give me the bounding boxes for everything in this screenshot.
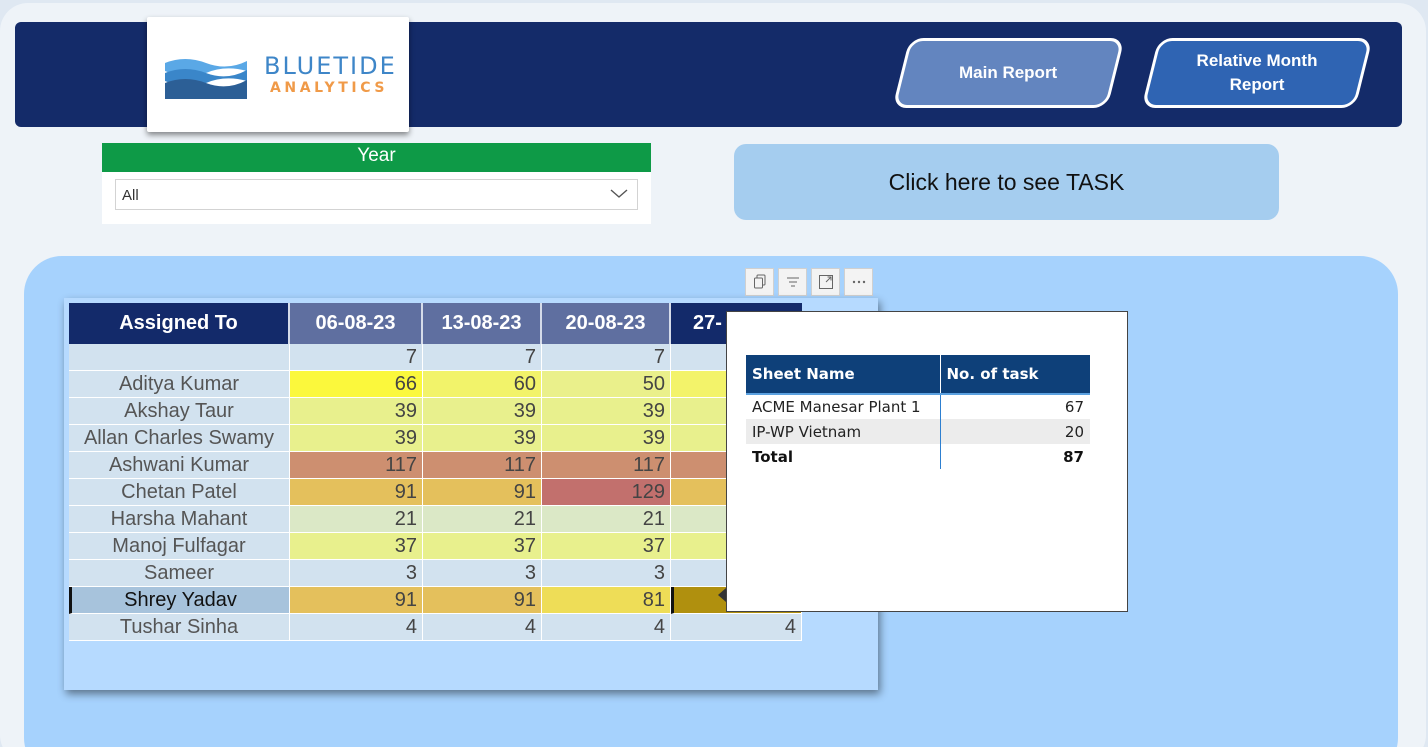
see-task-button[interactable]: Click here to see TASK: [734, 144, 1279, 220]
task-count-cell[interactable]: 66: [290, 371, 423, 398]
matrix-row[interactable]: Ashwani Kumar 117 117 117: [69, 452, 802, 479]
table-row: IP-WP Vietnam 20: [746, 419, 1090, 444]
assignee-name-cell[interactable]: [69, 344, 290, 371]
sheet-task-table: Sheet Name No. of task ACME Manesar Plan…: [746, 355, 1090, 469]
matrix-row[interactable]: Tushar Sinha 4 4 4 4: [69, 614, 802, 641]
task-count-cell[interactable]: 91: [423, 587, 542, 614]
task-count-cell: 67: [1064, 398, 1084, 416]
task-count-cell[interactable]: 39: [423, 425, 542, 452]
task-count-cell[interactable]: 3: [542, 560, 671, 587]
task-count-cell[interactable]: 39: [290, 425, 423, 452]
year-dropdown-value: All: [122, 187, 139, 204]
column-header-date[interactable]: 13-08-23: [423, 303, 542, 344]
year-slicer: Year All: [102, 143, 651, 224]
matrix-row[interactable]: Shrey Yadav 91 91 81: [69, 587, 802, 614]
matrix-row[interactable]: Allan Charles Swamy 39 39 39: [69, 425, 802, 452]
task-count-cell[interactable]: 37: [290, 533, 423, 560]
task-count-cell[interactable]: 39: [290, 398, 423, 425]
matrix-row[interactable]: Manoj Fulfagar 37 37 37: [69, 533, 802, 560]
brand-tagline: ANALYTICS: [270, 80, 389, 96]
task-count-cell[interactable]: 21: [542, 506, 671, 533]
task-count-cell[interactable]: 21: [290, 506, 423, 533]
task-count-cell[interactable]: 117: [542, 452, 671, 479]
task-count-cell[interactable]: 3: [290, 560, 423, 587]
task-count-cell[interactable]: 37: [423, 533, 542, 560]
matrix-row[interactable]: 777: [69, 344, 802, 371]
column-header-sheet-name: Sheet Name: [746, 355, 941, 395]
task-count-cell[interactable]: 7: [290, 344, 423, 371]
task-count-cell[interactable]: 4: [542, 614, 671, 641]
column-header-no-of-task: No. of task: [940, 355, 1090, 395]
assignee-name-cell[interactable]: Chetan Patel: [69, 479, 290, 506]
task-count-cell[interactable]: 81: [542, 587, 671, 614]
visual-header-toolbar: [745, 268, 873, 296]
column-header-date[interactable]: 20-08-23: [542, 303, 671, 344]
task-count-cell[interactable]: 39: [542, 425, 671, 452]
relative-month-report-button[interactable]: Relative Month Report: [1141, 38, 1373, 108]
assignee-name-cell[interactable]: Manoj Fulfagar: [69, 533, 290, 560]
task-count-cell[interactable]: 91: [423, 479, 542, 506]
total-label: Total: [746, 444, 941, 469]
assignee-name-cell[interactable]: Tushar Sinha: [69, 614, 290, 641]
task-count-cell[interactable]: 91: [290, 587, 423, 614]
task-count-cell[interactable]: 129: [542, 479, 671, 506]
task-count-cell[interactable]: 4: [671, 614, 802, 641]
task-count-cell[interactable]: 4: [423, 614, 542, 641]
task-count-cell[interactable]: 7: [542, 344, 671, 371]
task-count-cell[interactable]: 39: [423, 398, 542, 425]
column-header-assigned-to[interactable]: Assigned To: [69, 303, 290, 344]
relative-month-report-label: Relative Month Report: [1196, 51, 1318, 94]
task-count-cell[interactable]: 50: [542, 371, 671, 398]
assignee-name-cell[interactable]: Aditya Kumar: [69, 371, 290, 398]
task-count-cell[interactable]: 60: [423, 371, 542, 398]
year-slicer-title: Year: [102, 143, 651, 172]
matrix-row[interactable]: Aditya Kumar 66 60 50: [69, 371, 802, 398]
task-count-cell[interactable]: 21: [423, 506, 542, 533]
column-header-date[interactable]: 06-08-23: [290, 303, 423, 344]
chevron-down-icon: [610, 189, 628, 198]
matrix-row[interactable]: Harsha Mahant 21 21 21: [69, 506, 802, 533]
sheet-name-cell: ACME Manesar Plant 1: [746, 394, 941, 419]
more-options-icon[interactable]: [844, 268, 873, 296]
assignee-name-cell[interactable]: Sameer: [69, 560, 290, 587]
selection-marker-icon: [718, 588, 726, 602]
task-count-cell[interactable]: 7: [423, 344, 542, 371]
filter-icon[interactable]: [778, 268, 807, 296]
total-row: Total 87: [746, 444, 1090, 469]
task-count-cell[interactable]: 117: [290, 452, 423, 479]
assignee-name-cell[interactable]: Ashwani Kumar: [69, 452, 290, 479]
brand-logo: BLUETIDE ANALYTICS: [147, 17, 409, 132]
total-value: 87: [1063, 447, 1084, 466]
assignee-name-cell[interactable]: Akshay Taur: [69, 398, 290, 425]
task-tooltip: Sheet Name No. of task ACME Manesar Plan…: [726, 311, 1128, 612]
copy-icon[interactable]: [745, 268, 774, 296]
assignee-name-cell[interactable]: Allan Charles Swamy: [69, 425, 290, 452]
sheet-name-cell: IP-WP Vietnam: [746, 419, 941, 444]
task-matrix-table: Assigned To 06-08-23 13-08-23 20-08-23 2…: [69, 303, 802, 641]
task-count-cell[interactable]: 39: [542, 398, 671, 425]
year-dropdown[interactable]: All: [115, 179, 638, 210]
table-row: ACME Manesar Plant 1 67: [746, 394, 1090, 419]
main-report-label: Main Report: [959, 63, 1058, 82]
focus-mode-icon[interactable]: [811, 268, 840, 296]
matrix-row[interactable]: Sameer 3 3 3: [69, 560, 802, 587]
waves-logo-icon: [165, 59, 247, 99]
task-count-cell: 20: [940, 419, 1090, 444]
matrix-row[interactable]: Chetan Patel 91 91 129: [69, 479, 802, 506]
brand-name: BLUETIDE: [264, 52, 397, 80]
task-count-cell[interactable]: 37: [542, 533, 671, 560]
main-report-button[interactable]: Main Report: [892, 38, 1125, 108]
task-count-cell[interactable]: 117: [423, 452, 542, 479]
task-count-cell[interactable]: 91: [290, 479, 423, 506]
assignee-name-cell[interactable]: Harsha Mahant: [69, 506, 290, 533]
task-count-cell[interactable]: 4: [290, 614, 423, 641]
matrix-row[interactable]: Akshay Taur 39 39 39: [69, 398, 802, 425]
task-count-cell[interactable]: 3: [423, 560, 542, 587]
assignee-name-cell[interactable]: Shrey Yadav: [69, 587, 290, 614]
matrix-header-row: Assigned To 06-08-23 13-08-23 20-08-23 2…: [69, 303, 802, 344]
